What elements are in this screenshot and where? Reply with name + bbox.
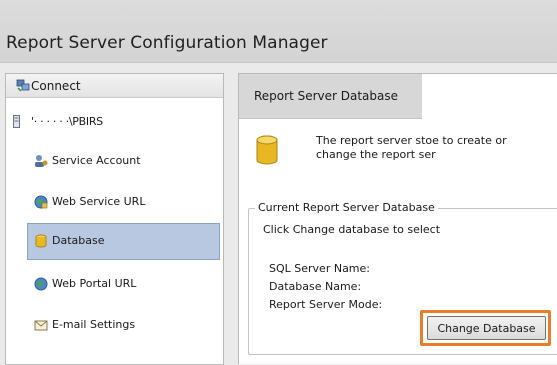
- group-hint: Click Change database to select: [263, 223, 441, 236]
- header-spacer: [422, 74, 557, 118]
- nav-item-label: Web Service URL: [52, 195, 146, 208]
- database-icon: [256, 135, 278, 165]
- nav-item-label: Web Portal URL: [52, 277, 137, 290]
- database-icon: [35, 234, 47, 248]
- section-header: Report Server Database: [239, 74, 422, 119]
- report-server-mode-label: Report Server Mode:: [269, 298, 383, 311]
- connect-label: Connect: [31, 79, 81, 93]
- section-description: The report server stoe to create or chan…: [316, 134, 507, 161]
- server-node[interactable]: '· · · · · ·\PBIRS: [11, 114, 216, 130]
- nav-item-label: Database: [52, 234, 105, 247]
- email-icon: [34, 320, 48, 331]
- navigation-panel: Connect '· · · · · ·\PBIRS Service Accou…: [5, 73, 224, 365]
- nav-item-email-settings[interactable]: E-mail Settings: [27, 307, 220, 344]
- nav-item-web-portal-url[interactable]: Web Portal URL: [27, 266, 220, 303]
- nav-item-label: Service Account: [52, 154, 141, 167]
- change-database-button[interactable]: Change Database: [427, 316, 546, 340]
- title-bar: Report Server Configuration Manager: [0, 0, 557, 63]
- connect-icon: [16, 79, 30, 92]
- connect-button[interactable]: Connect: [6, 74, 223, 98]
- sql-server-name-label: SQL Server Name:: [269, 262, 370, 275]
- globe-icon: [34, 277, 48, 291]
- nav-item-web-service-url[interactable]: Web Service URL: [27, 184, 220, 221]
- group-legend: Current Report Server Database: [255, 201, 438, 214]
- service-account-icon: [35, 155, 48, 167]
- server-icon: [13, 115, 20, 128]
- window-title: Report Server Configuration Manager: [6, 33, 328, 53]
- nav-item-service-account[interactable]: Service Account: [27, 143, 220, 180]
- server-name: '· · · · · ·\PBIRS: [31, 115, 103, 128]
- database-name-label: Database Name:: [269, 280, 362, 293]
- globe-icon: [34, 195, 48, 209]
- nav-item-label: E-mail Settings: [52, 318, 136, 331]
- nav-item-database[interactable]: Database: [27, 223, 220, 260]
- section-title: Report Server Database: [254, 89, 399, 103]
